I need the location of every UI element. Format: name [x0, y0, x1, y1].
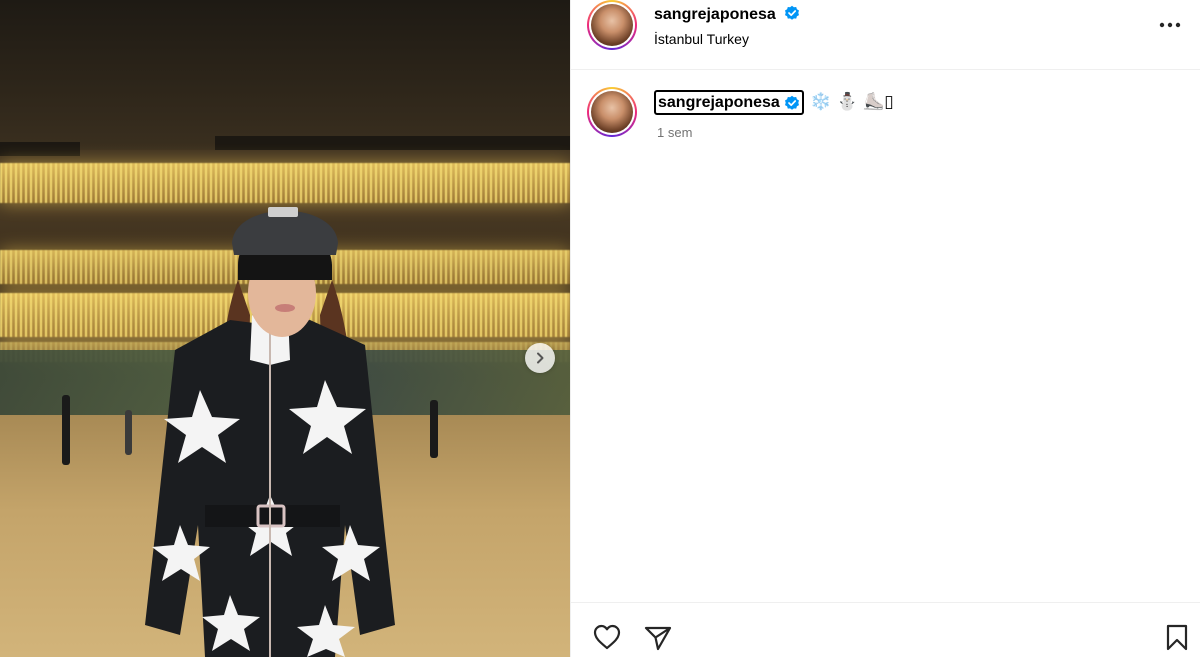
- ceiling-beam: [215, 136, 570, 150]
- post-details-panel: sangrejaponesa İstanbul Turkey sangrejap…: [570, 0, 1200, 657]
- ceiling-beam: [0, 142, 80, 156]
- rink-ceiling: [0, 0, 570, 150]
- post-location[interactable]: İstanbul Turkey: [654, 31, 749, 47]
- next-media-button[interactable]: [525, 343, 555, 373]
- caption-emojis: ❄️ ⛄ ⛸️▯: [810, 92, 894, 112]
- caption-username: sangrejaponesa: [658, 93, 780, 111]
- caption-avatar[interactable]: [587, 87, 637, 137]
- author-name-row: sangrejaponesa: [654, 5, 800, 24]
- background-skater: [430, 400, 438, 458]
- author-username[interactable]: sangrejaponesa: [654, 6, 776, 23]
- post-actions-bar: [571, 602, 1200, 657]
- more-options-button[interactable]: [1155, 13, 1185, 37]
- verified-badge-icon: [784, 95, 799, 110]
- author-avatar[interactable]: [587, 0, 637, 50]
- send-icon[interactable]: [642, 621, 674, 653]
- more-options-icon: [1159, 22, 1181, 28]
- bookmark-icon[interactable]: [1161, 621, 1193, 653]
- verified-badge-icon: [785, 5, 800, 20]
- subject-figure: [145, 207, 395, 657]
- post-media[interactable]: [0, 0, 570, 657]
- chevron-right-icon: [537, 352, 544, 364]
- background-skater: [62, 395, 70, 465]
- caption-username-link[interactable]: sangrejaponesa: [654, 90, 804, 115]
- heart-icon[interactable]: [591, 621, 623, 653]
- post-header: sangrejaponesa İstanbul Turkey: [571, 0, 1200, 70]
- caption-timestamp[interactable]: 1 sem: [657, 125, 692, 140]
